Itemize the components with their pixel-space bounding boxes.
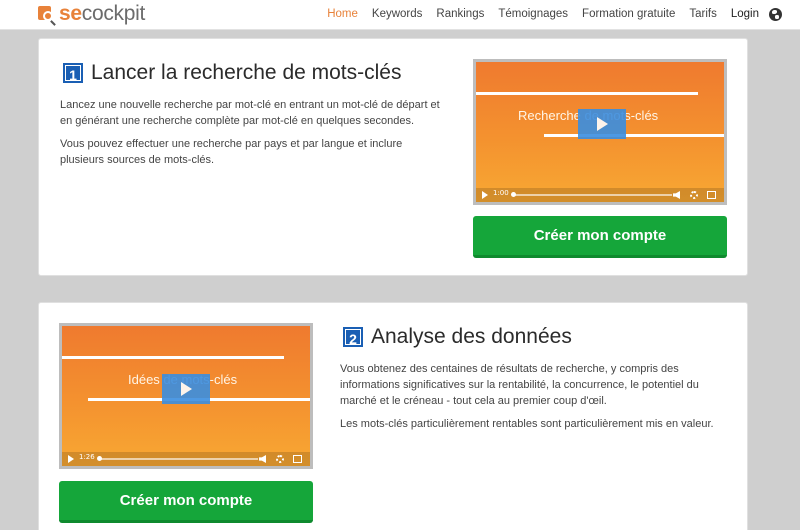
- video-progress-handle[interactable]: [97, 456, 102, 461]
- logo[interactable]: secockpit: [38, 3, 145, 25]
- play-small-icon[interactable]: [482, 191, 488, 199]
- video-controls: 1:00: [476, 188, 724, 202]
- step-1-badge: 1: [63, 63, 83, 83]
- step-2-title: 2 Analyse des données: [343, 325, 572, 349]
- video-time: 1:00: [493, 189, 509, 197]
- logo-magnifier-icon: [38, 5, 56, 23]
- step-card-2: Idées de mots-clés 1:26 Créer mon compte…: [38, 302, 748, 530]
- step-1-heading: Lancer la recherche de mots-clés: [91, 61, 402, 84]
- nav-formation-gratuite[interactable]: Formation gratuite: [582, 8, 675, 20]
- top-navbar: secockpit Home Keywords Rankings Témoign…: [0, 0, 800, 30]
- nav-rankings[interactable]: Rankings: [436, 8, 484, 20]
- nav-tarifs[interactable]: Tarifs: [689, 8, 716, 20]
- nav-temoignages[interactable]: Témoignages: [498, 8, 568, 20]
- step-2-badge: 2: [343, 327, 363, 347]
- logo-se: se: [59, 2, 82, 25]
- step-1-paragraph-1: Lancez une nouvelle recherche par mot-cl…: [60, 99, 440, 127]
- step-1-paragraph-2: Vous pouvez effectuer une recherche par …: [60, 138, 403, 166]
- volume-icon[interactable]: [673, 191, 680, 199]
- video-progress-bar[interactable]: [97, 456, 258, 461]
- settings-icon[interactable]: [276, 455, 284, 463]
- step-2-paragraph-2: Les mots-clés particulièrement rentables…: [340, 418, 714, 430]
- nav-login[interactable]: Login: [731, 8, 759, 20]
- settings-icon[interactable]: [690, 191, 698, 199]
- fullscreen-icon[interactable]: [293, 455, 302, 463]
- step-card-1: 1 Lancer la recherche de mots-clés Lance…: [38, 38, 748, 276]
- video-deco-line: [476, 92, 698, 95]
- step-2-heading: Analyse des données: [371, 325, 572, 348]
- video-player-1[interactable]: Recherche de mots-clés 1:00: [473, 59, 727, 205]
- nav-keywords[interactable]: Keywords: [372, 8, 423, 20]
- video-deco-line: [544, 134, 724, 137]
- play-icon[interactable]: [162, 374, 210, 404]
- play-icon[interactable]: [578, 109, 626, 139]
- logo-rest: cockpit: [81, 2, 146, 25]
- logo-text: secockpit: [59, 3, 145, 25]
- step-2-paragraph-1: Vous obtenez des centaines de résultats …: [340, 363, 699, 407]
- main-nav: Home Keywords Rankings Témoignages Forma…: [313, 0, 782, 28]
- create-account-button[interactable]: Créer mon compte: [473, 216, 727, 258]
- nav-home[interactable]: Home: [327, 8, 358, 20]
- globe-icon[interactable]: [769, 7, 782, 21]
- create-account-button[interactable]: Créer mon compte: [59, 481, 313, 523]
- step-1-title: 1 Lancer la recherche de mots-clés: [63, 61, 401, 85]
- video-player-2[interactable]: Idées de mots-clés 1:26: [59, 323, 313, 469]
- video-time: 1:26: [79, 453, 95, 461]
- video-controls: 1:26: [62, 452, 310, 466]
- fullscreen-icon[interactable]: [707, 191, 716, 199]
- play-small-icon[interactable]: [68, 455, 74, 463]
- video-progress-bar[interactable]: [511, 192, 672, 197]
- video-deco-line: [62, 356, 284, 359]
- volume-icon[interactable]: [259, 455, 266, 463]
- video-progress-handle[interactable]: [511, 192, 516, 197]
